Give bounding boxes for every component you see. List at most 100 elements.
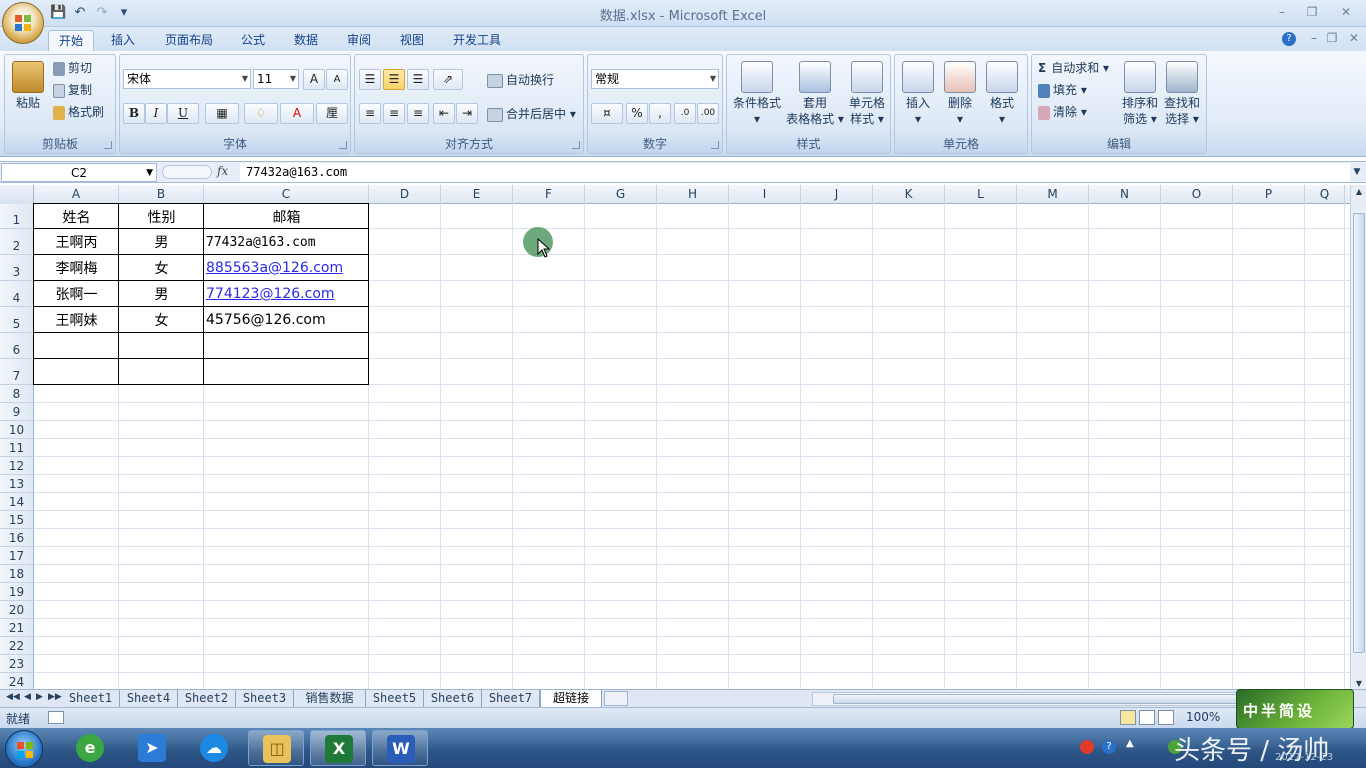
minimize-button[interactable]: –	[1272, 3, 1292, 21]
number-format-combo[interactable]: 常规 ▼	[591, 69, 719, 89]
row-header[interactable]: 10	[0, 421, 34, 439]
font-size-combo[interactable]: 11 ▼	[253, 69, 299, 89]
increase-indent-button[interactable]: ⇥	[456, 103, 478, 124]
sheet-tab[interactable]: Sheet7	[482, 690, 540, 707]
tab-home[interactable]: 开始	[48, 30, 95, 51]
align-top-button[interactable]: ☰	[359, 69, 381, 90]
italic-button[interactable]: I	[145, 103, 167, 124]
column-header[interactable]: N	[1089, 185, 1161, 204]
sheet-tab[interactable]: 超链接	[540, 690, 602, 707]
ribbon-close-button[interactable]: ✕	[1344, 29, 1364, 47]
column-header[interactable]: E	[441, 185, 513, 204]
column-header[interactable]: K	[873, 185, 945, 204]
gender-cell[interactable]: 男	[119, 229, 204, 255]
vertical-scrollbar[interactable]: ▲ ▼	[1350, 185, 1366, 689]
formula-input[interactable]: 77432a@163.com	[240, 163, 1350, 182]
scroll-up-icon[interactable]: ▲	[1353, 187, 1365, 196]
phonetic-button[interactable]: 厘	[316, 103, 348, 124]
row-header[interactable]: 21	[0, 619, 34, 637]
sheet-tab[interactable]: Sheet1	[62, 690, 120, 707]
fill-button[interactable]: 填充 ▾	[1038, 80, 1087, 100]
taskbar-word[interactable]: W	[372, 730, 428, 766]
row-header[interactable]: 19	[0, 583, 34, 601]
column-header[interactable]: I	[729, 185, 801, 204]
column-header[interactable]: M	[1017, 185, 1089, 204]
row-header[interactable]: 17	[0, 547, 34, 565]
help-tray-icon[interactable]: ?	[1102, 740, 1116, 754]
email-cell[interactable]: 77432a@163.com	[204, 229, 369, 255]
comma-button[interactable]: ,	[649, 103, 671, 124]
cut-button[interactable]: 剪切	[53, 58, 92, 78]
tab-formulas[interactable]: 公式	[231, 30, 275, 51]
start-button[interactable]	[5, 730, 43, 768]
column-header[interactable]: J	[801, 185, 873, 204]
worksheet-grid[interactable]: ABCDEFGHIJKLMNOPQ 1 2 3 4 5 6 7 8 9 10 11 12 13 14 15 1…	[0, 185, 1350, 689]
format-as-table-button[interactable]: 套用 表格格式 ▾	[785, 61, 845, 127]
column-header[interactable]: H	[657, 185, 729, 204]
table-header-cell[interactable]: 姓名	[34, 204, 119, 229]
email-cell[interactable]: 885563a@126.com	[204, 255, 369, 281]
tray-expand-icon[interactable]: ▲	[1126, 738, 1134, 749]
restore-button[interactable]: ❐	[1302, 3, 1322, 21]
conditional-format-button[interactable]: 条件格式 ▾	[730, 61, 784, 127]
sheet-tab[interactable]: 销售数据	[294, 690, 366, 707]
insert-cells-button[interactable]: 插入 ▾	[899, 61, 937, 127]
gender-cell[interactable]: 男	[119, 281, 204, 307]
last-sheet-icon[interactable]: ▶▶	[48, 692, 62, 702]
clipboard-launcher[interactable]	[104, 141, 112, 149]
formula-bar-splitter[interactable]	[162, 165, 212, 179]
column-header[interactable]: F	[513, 185, 585, 204]
bold-button[interactable]: B	[123, 103, 145, 124]
autosum-button[interactable]: Σ 自动求和 ▾	[1038, 58, 1109, 78]
tab-data[interactable]: 数据	[284, 30, 328, 51]
column-header[interactable]: O	[1161, 185, 1233, 204]
tab-page-layout[interactable]: 页面布局	[155, 30, 223, 51]
align-bottom-button[interactable]: ☰	[407, 69, 429, 90]
tab-developer[interactable]: 开发工具	[443, 30, 511, 51]
column-header[interactable]: P	[1233, 185, 1305, 204]
sheet-tab[interactable]: Sheet5	[366, 690, 424, 707]
row-header[interactable]: 4	[0, 281, 34, 307]
shrink-font-button[interactable]: A	[326, 69, 348, 90]
ribbon-minimize-button[interactable]: –	[1304, 29, 1324, 47]
ribbon-restore-button[interactable]: ❐	[1322, 29, 1342, 47]
email-cell[interactable]: 45756@126.com	[204, 307, 369, 333]
delete-cells-button[interactable]: 删除 ▾	[941, 61, 979, 127]
increase-decimal-button[interactable]: .0	[674, 103, 696, 124]
expand-formula-icon[interactable]: ▼	[1350, 164, 1364, 180]
sheet-tab[interactable]: Sheet4	[120, 690, 178, 707]
page-layout-view-icon[interactable]	[1139, 710, 1155, 725]
column-header[interactable]: A	[34, 185, 119, 204]
office-button[interactable]	[2, 2, 44, 44]
clear-button[interactable]: 清除 ▾	[1038, 102, 1087, 122]
number-launcher[interactable]	[711, 141, 719, 149]
align-middle-button[interactable]: ☰	[383, 69, 405, 90]
paste-button[interactable]: 粘贴	[9, 61, 47, 111]
align-center-button[interactable]: ≡	[383, 103, 405, 124]
font-launcher[interactable]	[339, 141, 347, 149]
taskbar-excel[interactable]: X	[310, 730, 366, 766]
grow-font-button[interactable]: A	[303, 69, 325, 90]
column-header[interactable]: B	[119, 185, 204, 204]
row-header[interactable]: 20	[0, 601, 34, 619]
select-all-corner[interactable]	[0, 185, 34, 204]
sogou-icon[interactable]	[1080, 740, 1094, 754]
alignment-launcher[interactable]	[572, 141, 580, 149]
decrease-decimal-button[interactable]: .00	[697, 103, 719, 124]
decrease-indent-button[interactable]: ⇤	[433, 103, 455, 124]
table-header-cell[interactable]: 邮箱	[204, 204, 369, 229]
gender-cell[interactable]: 女	[119, 307, 204, 333]
format-painter-button[interactable]: 格式刷	[53, 102, 104, 122]
copy-button[interactable]: 复制	[53, 80, 92, 100]
underline-button[interactable]: U	[167, 103, 199, 124]
table-header-cell[interactable]: 性别	[119, 204, 204, 229]
vertical-scroll-thumb[interactable]	[1353, 213, 1365, 653]
next-sheet-icon[interactable]: ▶	[36, 692, 43, 702]
sheet-tab[interactable]: Sheet6	[424, 690, 482, 707]
row-header[interactable]: 3	[0, 255, 34, 281]
row-header[interactable]: 18	[0, 565, 34, 583]
prev-sheet-icon[interactable]: ◀	[24, 692, 31, 702]
row-header[interactable]: 6	[0, 333, 34, 359]
page-break-view-icon[interactable]	[1158, 710, 1174, 725]
macro-record-icon[interactable]	[48, 711, 64, 724]
